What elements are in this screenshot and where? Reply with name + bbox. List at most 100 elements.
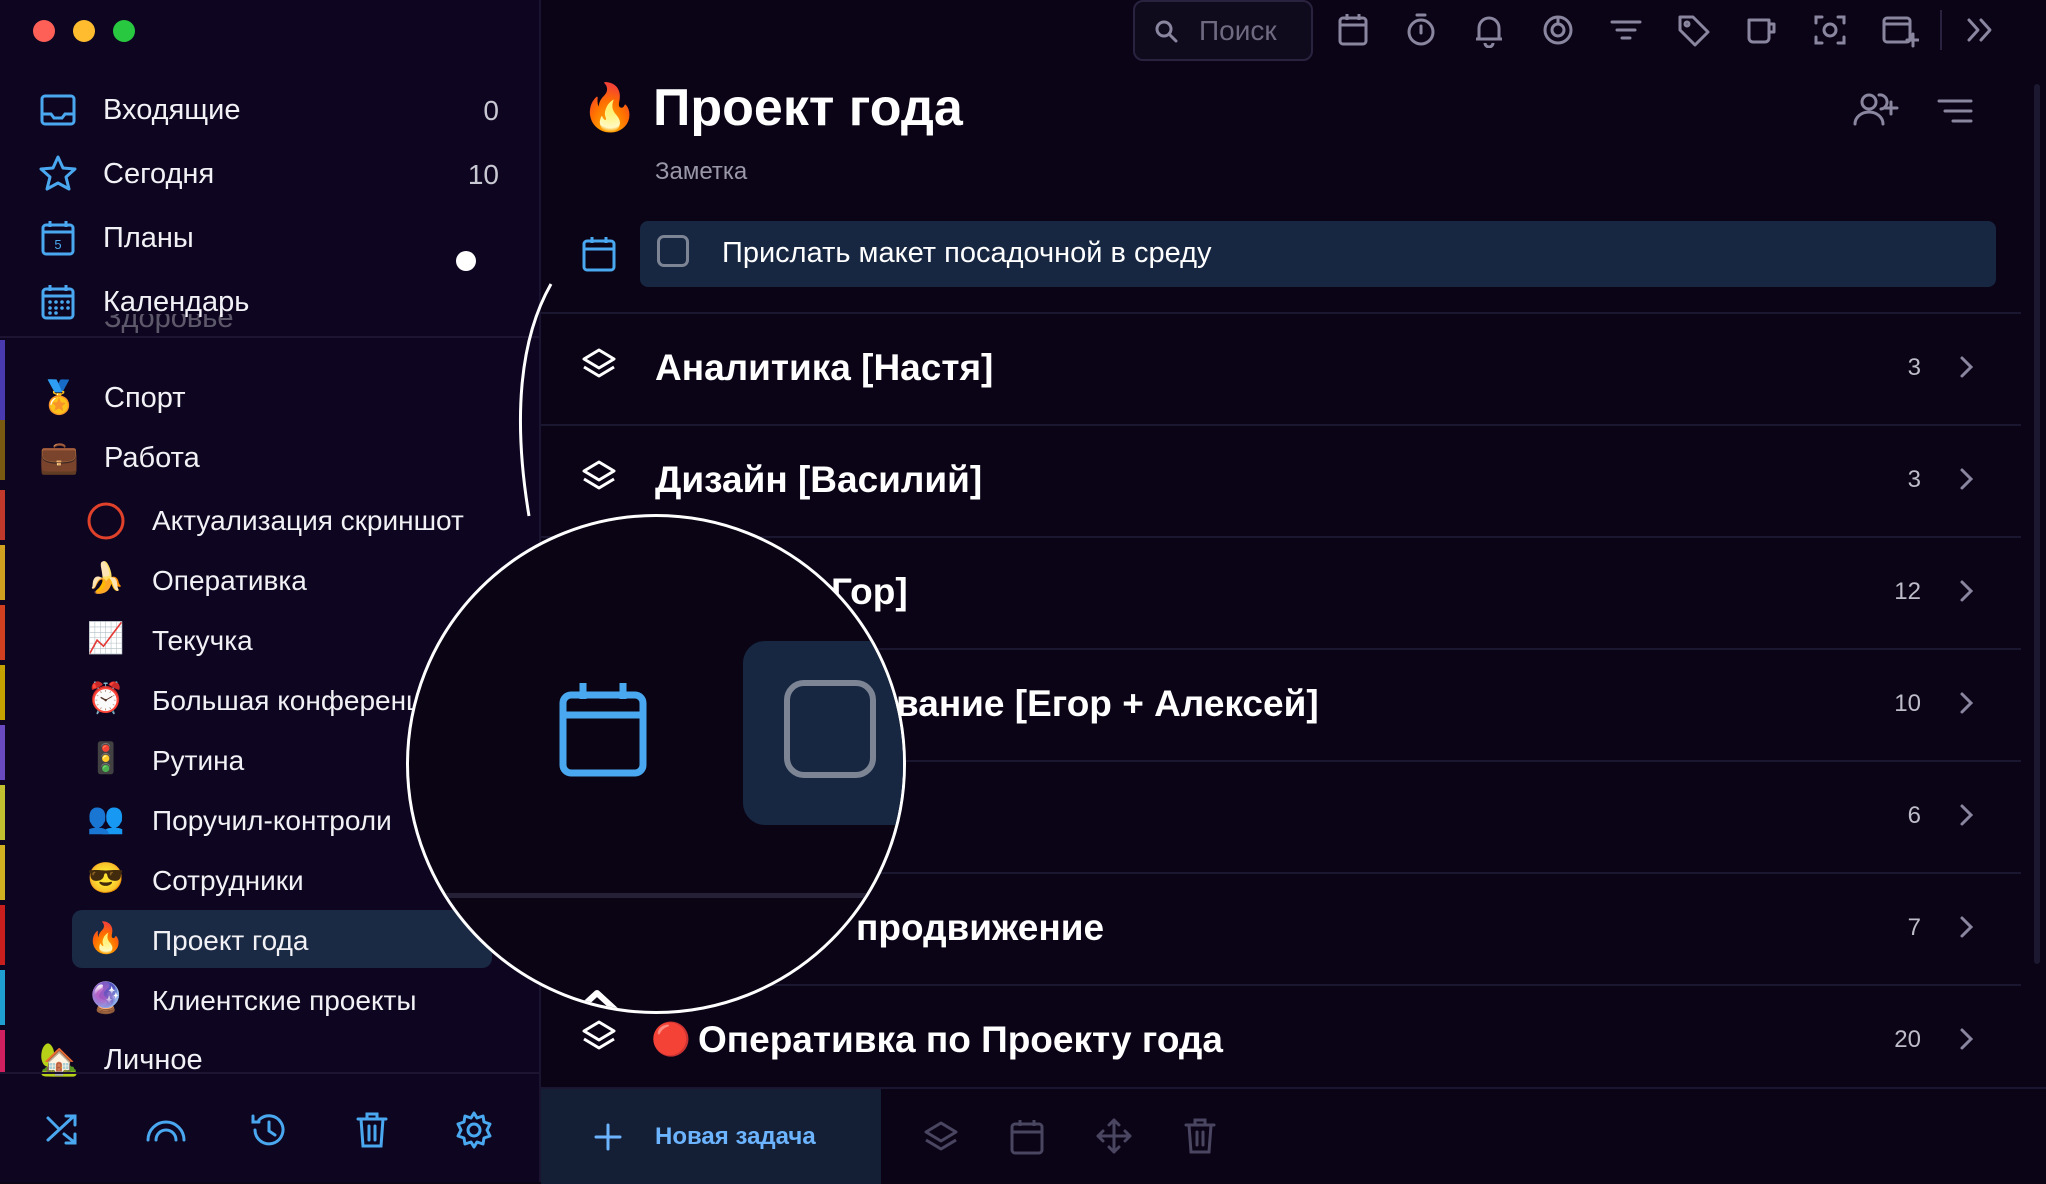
area-color-bar (0, 845, 5, 900)
sidebar-bottom-toolbar (0, 1072, 539, 1182)
drag-handle-dot[interactable] (456, 251, 476, 271)
magnified-divider (409, 893, 903, 898)
group-count: 12 (1894, 578, 1921, 605)
expand-icon[interactable] (1963, 12, 1997, 48)
chevron-right-icon (1957, 914, 1975, 940)
add-member-icon[interactable] (1851, 92, 1899, 128)
screenshot-icon[interactable] (1813, 12, 1847, 48)
inbox-icon (38, 90, 78, 130)
banana-icon: 🍌 (87, 562, 125, 595)
sidebar-item-label: Входящие (103, 94, 241, 126)
group-count: 3 (1907, 354, 1921, 381)
calendar-icon[interactable] (1337, 12, 1369, 48)
planner-calendar-icon: 5 (38, 218, 78, 258)
sidebar-item-label: Рутина (152, 745, 245, 776)
add-window-icon[interactable] (1881, 12, 1919, 48)
calendar-icon[interactable] (581, 234, 617, 274)
layers-icon (581, 1018, 617, 1054)
scrollbar[interactable] (2034, 84, 2040, 964)
sidebar-project-item-active[interactable]: 🔥 Проект года (72, 910, 492, 968)
toolbar-separator (1940, 10, 1942, 50)
calendar-icon (557, 679, 649, 779)
task-group[interactable]: Аналитика [Настя] 3 (541, 312, 2021, 424)
chart-icon: 📈 (87, 622, 125, 655)
trash-icon[interactable] (1183, 1117, 1217, 1155)
sidebar-project-item[interactable]: Актуализация скриншот (72, 490, 492, 548)
task-title: Прислать макет посадочной в среду (722, 237, 1212, 269)
trash-icon[interactable] (354, 1110, 390, 1150)
group-count: 3 (1907, 466, 1921, 493)
fire-icon: 🔥 (87, 922, 125, 955)
sidebar-item-health[interactable]: Здоровье (0, 314, 539, 338)
group-count: 20 (1894, 1026, 1921, 1053)
task-group[interactable]: 🔴 Оперативка по Проекту года 20 (541, 984, 2021, 1096)
layers-icon[interactable] (923, 1119, 959, 1155)
sidebar-item-label: Клиентские проекты (152, 985, 417, 1016)
project-emoji-icon: 🔥 (581, 81, 639, 133)
layers-icon (581, 346, 617, 382)
sidebar-item-today[interactable]: Сегодня 10 (0, 144, 539, 204)
bottom-toolbar: Новая задача (541, 1087, 2046, 1184)
task-checkbox[interactable] (657, 235, 689, 267)
sidebar-item-inbox[interactable]: Входящие 0 (0, 80, 539, 140)
calendar-icon[interactable] (1009, 1117, 1045, 1157)
coffee-icon[interactable] (1745, 12, 1779, 48)
alarm-clock-icon: ⏰ (87, 682, 125, 715)
sort-icon[interactable] (1936, 96, 1974, 126)
bell-icon[interactable] (1473, 12, 1505, 48)
sidebar-item-label: Планы (103, 222, 194, 254)
sidebar-area-work[interactable]: 💼 Работа (0, 428, 539, 486)
chevron-right-icon (1957, 802, 1975, 828)
close-window-button[interactable] (33, 20, 55, 42)
sidebar-item-label: Проект года (152, 925, 309, 956)
task-row[interactable]: Прислать макет посадочной в среду (640, 221, 1996, 287)
star-icon (38, 154, 78, 194)
task-group[interactable]: Дизайн [Василий] 3 (541, 424, 2021, 536)
chevron-right-icon (1957, 578, 1975, 604)
sunglasses-face-icon: 😎 (87, 862, 125, 895)
group-count: 10 (1894, 690, 1921, 717)
layers-icon (581, 458, 617, 494)
chevron-right-icon (1957, 1026, 1975, 1052)
plus-icon (593, 1122, 623, 1152)
focus-icon[interactable] (1541, 12, 1575, 48)
area-color-bar (0, 545, 5, 600)
traffic-light-icon: 🚦 (87, 742, 125, 775)
history-icon[interactable] (249, 1110, 289, 1150)
area-color-bar (0, 970, 5, 1025)
group-title: Оперативка по Проекту года (698, 1019, 1223, 1060)
arc-icon[interactable] (144, 1110, 188, 1148)
gear-icon[interactable] (454, 1110, 494, 1150)
sidebar-project-item[interactable]: 🍌 Оперативка (72, 550, 492, 608)
new-task-label: Новая задача (655, 1123, 816, 1150)
group-count: 6 (1907, 802, 1921, 829)
minimize-window-button[interactable] (73, 20, 95, 42)
sidebar-item-label: Актуализация скриншот (152, 505, 464, 536)
sidebar-item-label: Здоровье (104, 314, 234, 334)
people-icon: 👥 (87, 802, 125, 835)
chevron-up-icon (572, 990, 622, 1011)
tag-icon[interactable] (1677, 12, 1711, 48)
sidebar: Входящие 0 Сегодня 10 5 Планы Календарь … (0, 0, 539, 1182)
sidebar-project-item[interactable]: 🔮 Клиентские проекты (72, 970, 492, 1028)
briefcase-icon: 💼 (39, 439, 79, 475)
area-color-bar (0, 785, 5, 840)
area-color-bar (0, 665, 5, 720)
crystal-ball-icon: 🔮 (87, 982, 125, 1015)
shuffle-icon[interactable] (44, 1110, 82, 1148)
chevron-right-icon (1957, 690, 1975, 716)
zoom-window-button[interactable] (113, 20, 135, 42)
project-note[interactable]: Заметка (655, 158, 747, 186)
sidebar-area-sport[interactable]: 🏅 Спорт (0, 368, 539, 426)
timer-icon[interactable] (1405, 12, 1437, 48)
search-input[interactable]: Поиск (1133, 0, 1313, 61)
group-title: вание [Егор + Алексей] (896, 683, 1319, 724)
group-title: Дизайн [Василий] (655, 459, 983, 500)
search-icon (1153, 18, 1179, 44)
filter-icon[interactable] (1609, 12, 1643, 48)
progress-circle-icon (86, 501, 126, 541)
move-icon[interactable] (1095, 1117, 1133, 1155)
new-task-button[interactable]: Новая задача (541, 1089, 881, 1184)
magnified-checkbox (784, 680, 876, 778)
red-circle-icon: 🔴 (651, 1021, 691, 1057)
